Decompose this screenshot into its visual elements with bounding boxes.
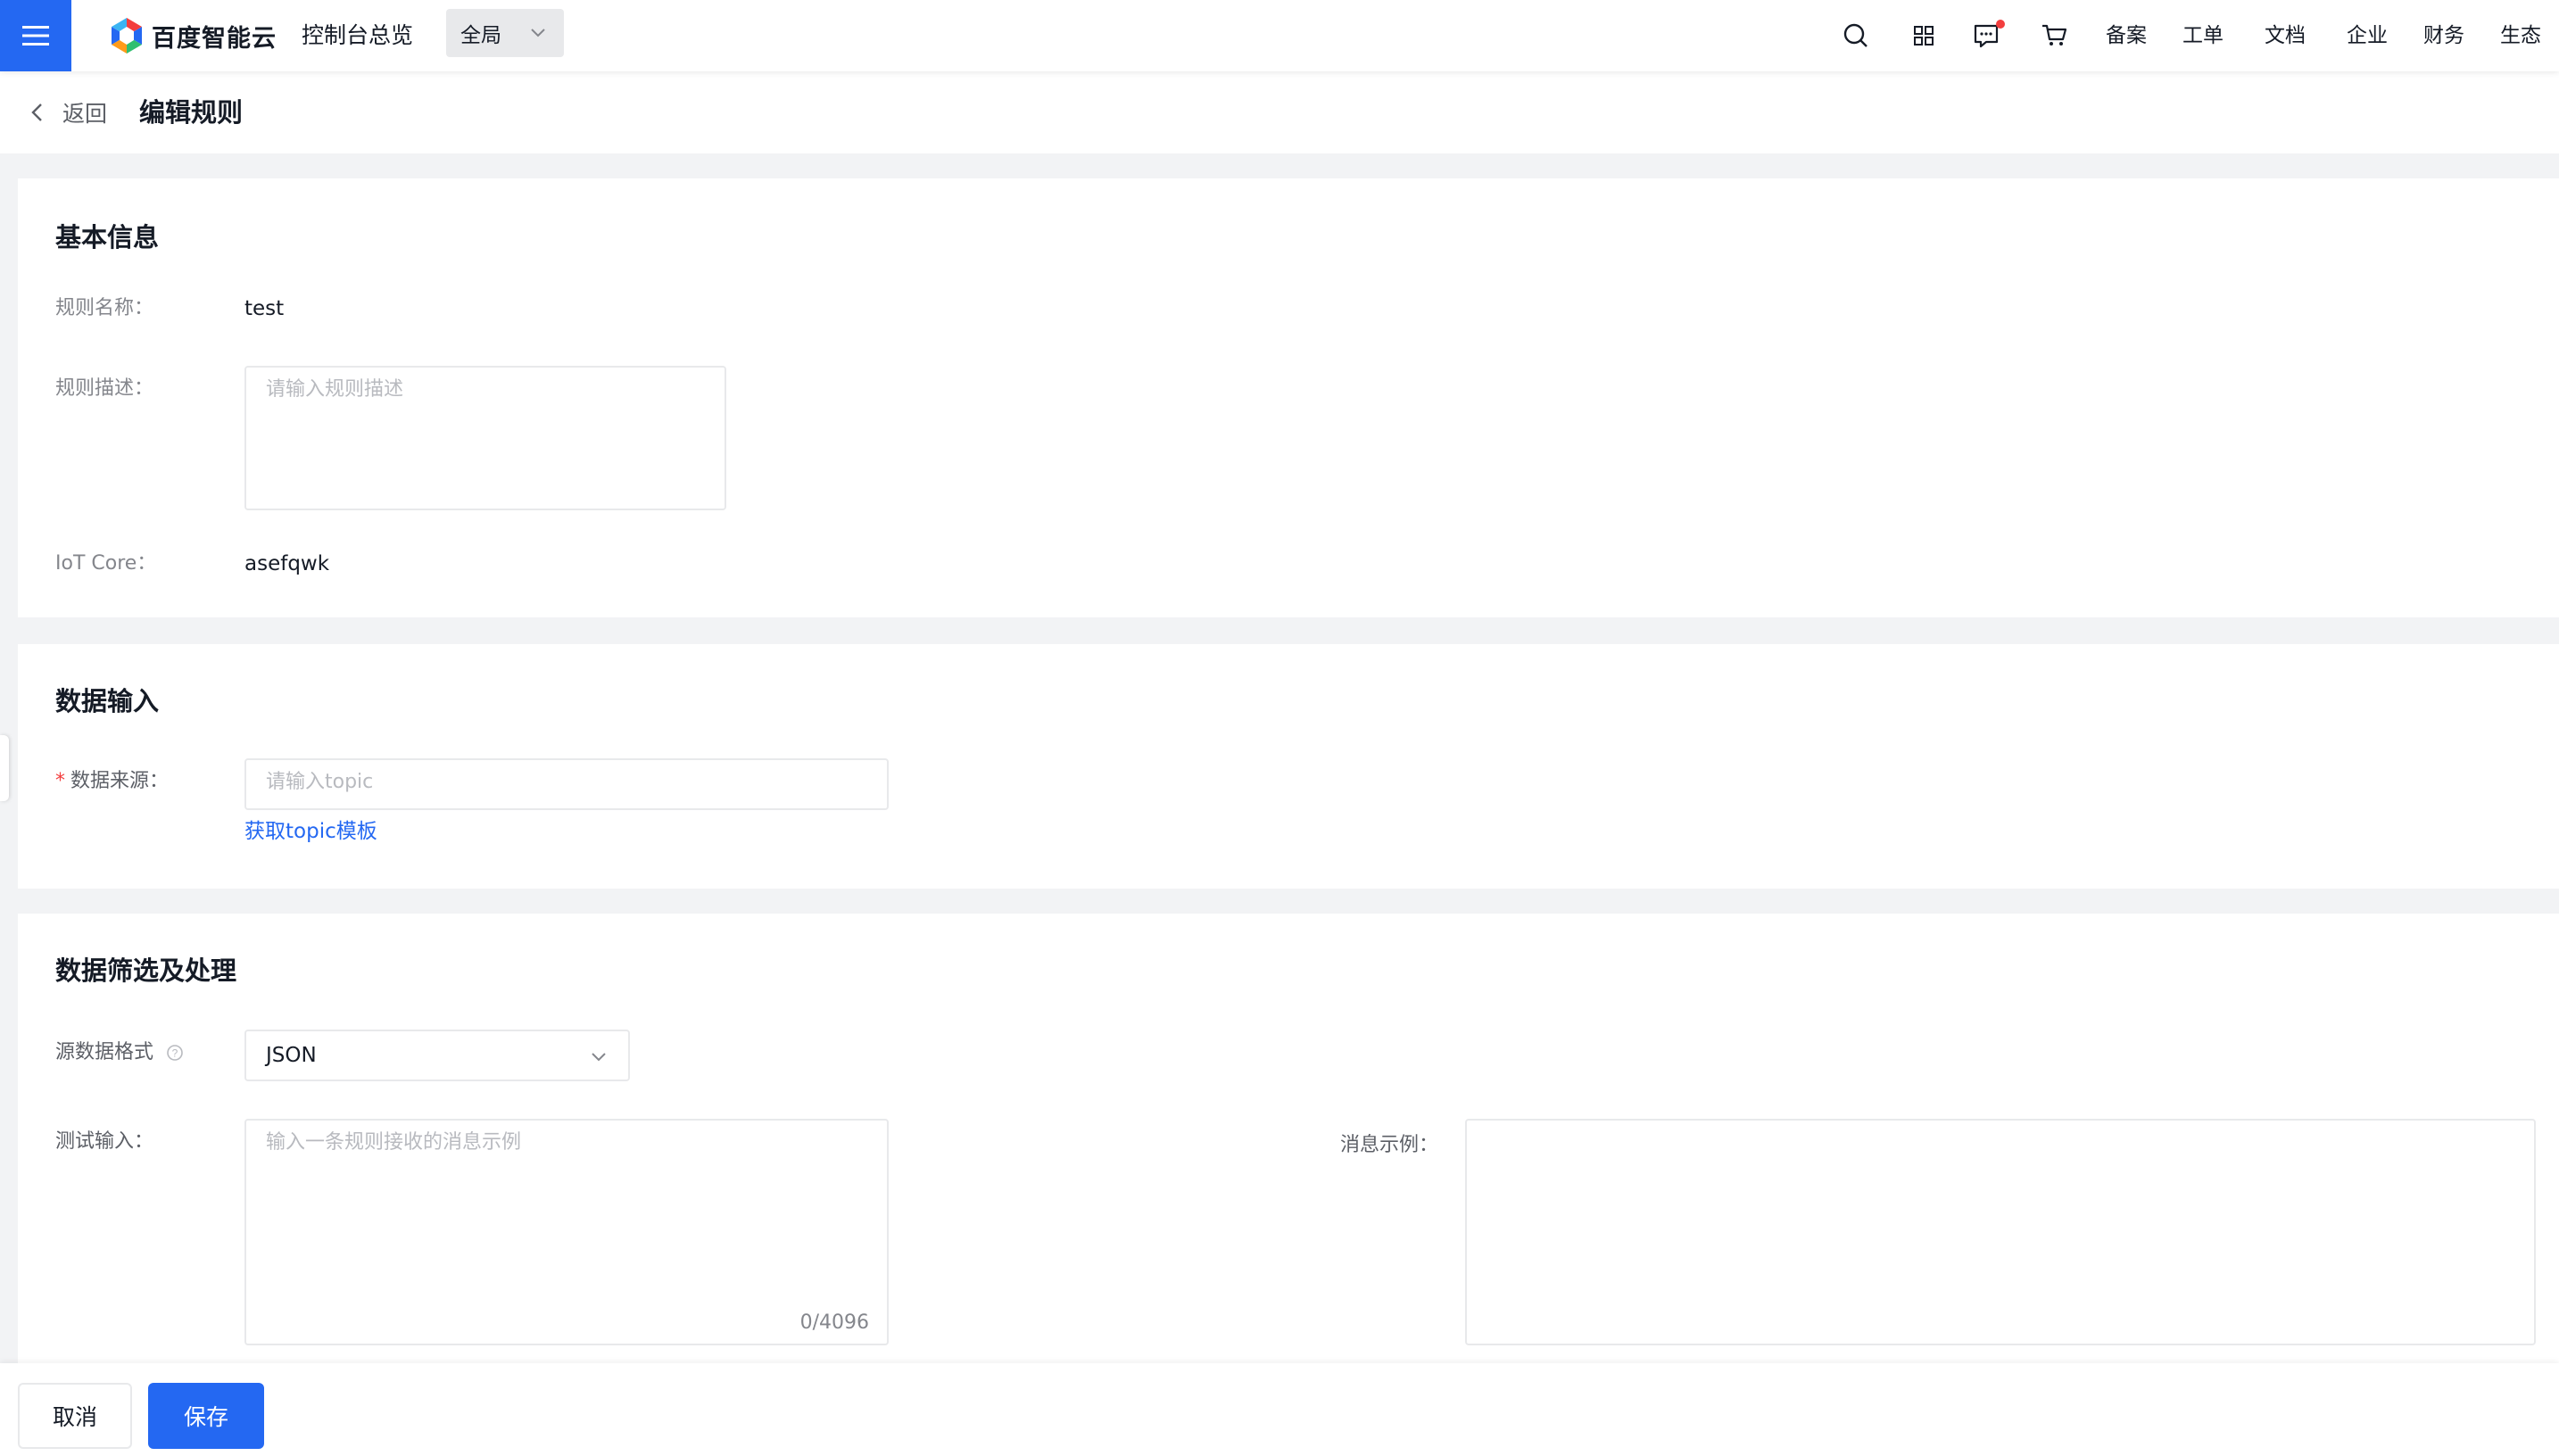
back-label: 返回	[62, 101, 108, 127]
chevron-down-icon	[592, 1053, 606, 1062]
hamburger-menu-button[interactable]	[0, 0, 71, 71]
app-grid-icon	[1914, 26, 1934, 46]
top-navigation-bar: 百度智能云 控制台总览 全局 备案 工单 文档 企业 财务 生态	[0, 0, 2559, 71]
nav-finance[interactable]: 财务	[2423, 18, 2464, 54]
save-button[interactable]: 保存	[148, 1383, 264, 1449]
region-selected-value: 全局	[460, 24, 501, 47]
side-drawer-handle[interactable]	[0, 735, 9, 801]
iot-core-label: IoT Core：	[55, 552, 157, 575]
brand-name: 百度智能云	[152, 24, 277, 53]
notification-dot	[1996, 20, 2005, 29]
rule-name-label: 规则名称：	[55, 297, 154, 319]
test-input-label: 测试输入：	[55, 1130, 154, 1153]
data-source-input[interactable]: 请输入topic	[244, 758, 889, 810]
cart-icon	[2042, 24, 2067, 46]
required-mark: *	[55, 770, 65, 792]
data-input-card: 数据输入 * 数据来源： 请输入topic 获取topic模板	[18, 644, 2559, 889]
data-source-label: * 数据来源：	[55, 765, 169, 798]
app-grid-button[interactable]	[1906, 18, 1942, 54]
data-filter-title: 数据筛选及处理	[55, 956, 237, 986]
region-select[interactable]: 全局	[446, 9, 564, 57]
brand-logo[interactable]: 百度智能云	[109, 14, 277, 57]
nav-ecosystem[interactable]: 生态	[2500, 18, 2541, 54]
data-filter-card: 数据筛选及处理 源数据格式 ? JSON 测试输入： 输入一条规则接收的消息示例…	[18, 914, 2559, 1363]
iot-core-value: asefqwk	[244, 552, 330, 575]
source-format-select[interactable]: JSON	[244, 1030, 630, 1081]
page-header: 返回 编辑规则	[0, 71, 2559, 153]
baidu-cloud-logo-icon	[112, 18, 142, 54]
basic-info-card: 基本信息 规则名称： test 规则描述： 请输入规则描述 IoT Core： …	[18, 178, 2559, 617]
nav-icp-filing[interactable]: 备案	[2106, 18, 2147, 54]
test-input-textarea[interactable]: 输入一条规则接收的消息示例 0/4096	[244, 1119, 889, 1345]
chevron-down-icon	[531, 29, 545, 37]
nav-ticket[interactable]: 工单	[2182, 18, 2224, 54]
char-counter: 0/4096	[799, 1311, 869, 1334]
footer-action-bar: 取消 保存	[0, 1363, 2559, 1456]
source-format-label-text: 源数据格式	[55, 1041, 154, 1063]
message-example-box	[1465, 1119, 2536, 1345]
chevron-left-icon	[31, 103, 42, 121]
source-format-label: 源数据格式 ?	[55, 1037, 184, 1069]
message-button[interactable]	[1968, 18, 2005, 54]
hamburger-icon	[22, 26, 49, 46]
cart-button[interactable]	[2036, 18, 2072, 54]
search-icon	[1843, 23, 1867, 47]
message-example-label: 消息示例：	[1340, 1134, 1439, 1156]
cancel-button[interactable]: 取消	[18, 1383, 132, 1449]
rule-name-value: test	[244, 297, 285, 320]
source-format-value: JSON	[266, 1044, 317, 1067]
console-overview-link[interactable]: 控制台总览	[302, 18, 413, 54]
test-input-placeholder: 输入一条规则接收的消息示例	[266, 1131, 522, 1154]
data-input-title: 数据输入	[55, 686, 160, 716]
search-button[interactable]	[1838, 18, 1874, 54]
svg-text:?: ?	[172, 1047, 178, 1060]
nav-docs[interactable]: 文档	[2265, 18, 2306, 54]
data-source-label-text: 数据来源：	[70, 770, 170, 792]
page-title: 编辑规则	[139, 97, 244, 128]
get-topic-template-link[interactable]: 获取topic模板	[244, 815, 377, 848]
nav-enterprise[interactable]: 企业	[2347, 18, 2388, 54]
help-icon[interactable]: ?	[166, 1044, 184, 1062]
back-button[interactable]: 返回	[27, 95, 107, 130]
rule-desc-textarea[interactable]: 请输入规则描述	[244, 366, 726, 510]
basic-info-title: 基本信息	[55, 222, 160, 252]
rule-desc-label: 规则描述：	[55, 377, 154, 400]
